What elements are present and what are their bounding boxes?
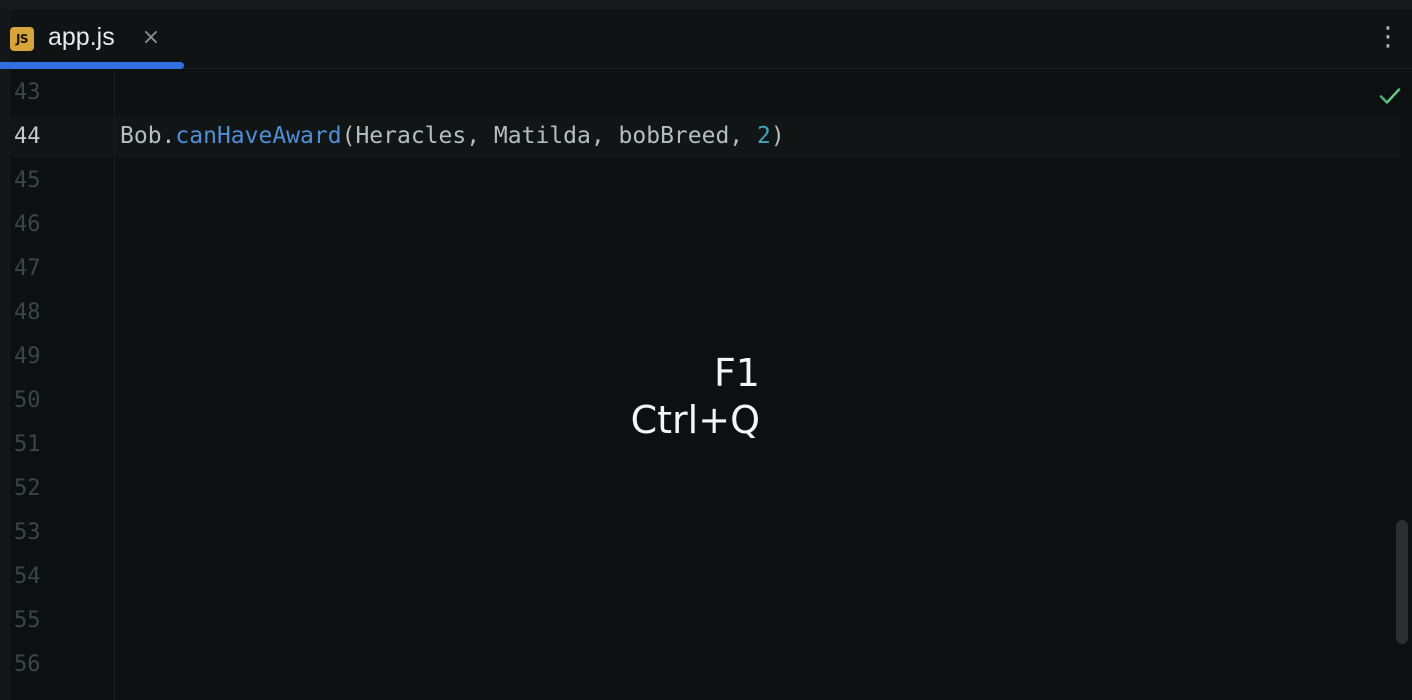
gutter-divider (114, 70, 115, 700)
line-number: 53 (14, 520, 41, 545)
line-number: 50 (14, 388, 41, 413)
check-icon[interactable] (1378, 84, 1402, 108)
javascript-file-icon: JS (10, 27, 34, 51)
code-method-call: canHaveAward (175, 123, 342, 149)
code-object: Bob (120, 123, 162, 149)
line-number: 45 (14, 168, 41, 193)
line-number: 49 (14, 344, 41, 369)
vertical-scrollbar-thumb[interactable] (1396, 520, 1408, 644)
shortcut-key-f1: F1 (713, 351, 760, 395)
code-number-literal: 2 (757, 123, 771, 149)
line-number: 46 (14, 212, 41, 237)
shortcut-key-overlay: F1 Ctrl+Q (580, 350, 760, 444)
window-frame-left (0, 10, 10, 700)
tab-app-js[interactable]: JS app.js × (10, 10, 184, 68)
line-number-current: 44 (14, 124, 41, 149)
code-paren-close: ) (770, 123, 785, 149)
code-paren-open: ( (341, 123, 356, 149)
editor-tab-bar: JS app.js × ⋮ (10, 10, 1412, 69)
code-arguments: Heracles, Matilda, bobBreed, (355, 123, 758, 149)
active-tab-indicator (0, 62, 184, 69)
line-number: 48 (14, 300, 41, 325)
code-dot: . (161, 123, 176, 149)
line-number: 52 (14, 476, 41, 501)
more-options-icon[interactable]: ⋮ (1374, 22, 1402, 56)
line-number-gutter: 43 44 45 46 47 48 49 50 51 52 53 54 55 5… (10, 70, 116, 700)
line-number: 51 (14, 432, 41, 457)
tab-label: app.js (48, 23, 115, 51)
line-number: 43 (14, 80, 41, 105)
close-icon[interactable]: × (141, 23, 161, 53)
line-number: 54 (14, 564, 41, 589)
line-number: 47 (14, 256, 41, 281)
line-number: 55 (14, 608, 41, 633)
code-line-44[interactable]: Bob.canHaveAward(Heracles, Matilda, bobB… (120, 115, 785, 158)
window-frame-top (0, 0, 1412, 10)
line-number: 56 (14, 652, 41, 677)
shortcut-key-ctrl-q: Ctrl+Q (630, 398, 760, 442)
